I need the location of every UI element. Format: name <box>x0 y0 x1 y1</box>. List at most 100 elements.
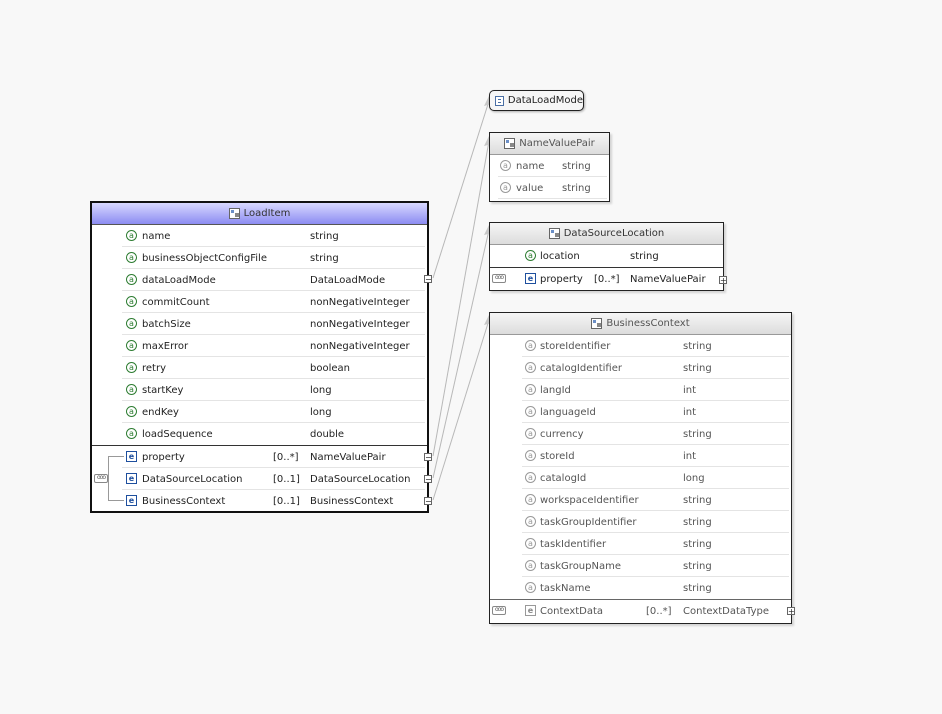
collapse-icon[interactable]: − <box>424 475 432 484</box>
collapse-icon[interactable]: − <box>424 275 432 284</box>
attribute-type: string <box>310 252 339 264</box>
element-row[interactable]: ooo e property [0..*] NameValuePair <box>490 267 723 290</box>
attribute-icon: a <box>525 472 536 483</box>
element-row[interactable]: ooo e DataSourceLocation [0..1] DataSour… <box>92 468 427 490</box>
attribute-row[interactable]: a maxError nonNegativeInteger <box>92 335 427 357</box>
attribute-row[interactable]: a storeId int <box>490 445 791 467</box>
element-type: NameValuePair <box>310 451 386 463</box>
sequence-icon: ooo <box>492 606 506 615</box>
attribute-name: retry <box>142 362 166 374</box>
element-name: BusinessContext <box>142 495 226 507</box>
loaditem-elements: e property [0..*] NameValuePair ooo e Da… <box>92 445 427 512</box>
datasourcelocation-type-box[interactable]: DataSourceLocation a location string ooo… <box>489 222 727 291</box>
attribute-type: boolean <box>310 362 350 374</box>
attribute-type: nonNegativeInteger <box>310 318 410 330</box>
attribute-icon: a <box>126 406 137 417</box>
attribute-name: langId <box>540 384 571 396</box>
attribute-name: catalogId <box>540 472 587 484</box>
element-row[interactable]: e property [0..*] NameValuePair <box>92 446 427 468</box>
businesscontext-type-box[interactable]: BusinessContext a storeIdentifier string a c… <box>489 312 795 624</box>
element-icon: e <box>126 451 137 462</box>
attribute-row[interactable]: a taskName string <box>490 577 791 599</box>
element-row[interactable]: ooo e ContextData [0..*] ContextDataType <box>490 599 791 622</box>
attribute-row[interactable]: a storeIdentifier string <box>490 335 791 357</box>
attribute-icon: a <box>525 362 536 373</box>
expand-icon[interactable]: + <box>719 276 727 285</box>
attribute-name: commitCount <box>142 296 210 308</box>
connector-dataloadmode <box>432 100 490 279</box>
attribute-name: value <box>516 182 544 194</box>
attribute-type: string <box>562 182 591 194</box>
element-cardinality: [0..*] <box>594 273 620 285</box>
element-type: BusinessContext <box>310 495 394 507</box>
attribute-icon: a <box>525 384 536 395</box>
attribute-row[interactable]: a commitCount nonNegativeInteger <box>92 291 427 313</box>
attribute-type: int <box>683 406 697 418</box>
attribute-row[interactable]: a taskGroupName string <box>490 555 791 577</box>
attribute-name: name <box>142 230 171 242</box>
attribute-row[interactable]: a taskGroupIdentifier string <box>490 511 791 533</box>
sequence-icon: ooo <box>492 274 506 283</box>
element-row[interactable]: e BusinessContext [0..1] BusinessContext <box>92 490 427 512</box>
attribute-icon: a <box>525 428 536 439</box>
attribute-name: businessObjectConfigFile <box>142 252 267 264</box>
collapse-icon[interactable]: − <box>424 497 432 506</box>
dataloadmode-title: DataLoadMode <box>507 95 583 106</box>
attribute-type: string <box>683 428 712 440</box>
attribute-row[interactable]: a currency string <box>490 423 791 445</box>
attribute-row[interactable]: a languageId int <box>490 401 791 423</box>
namevaluepair-type-box[interactable]: NameValuePair a name string a value stri… <box>489 132 610 202</box>
connector-businesscontext <box>432 319 490 501</box>
attribute-row[interactable]: a location string <box>490 245 723 267</box>
attribute-name: taskGroupIdentifier <box>540 516 637 528</box>
attribute-row[interactable]: a loadSequence double <box>92 423 427 445</box>
attribute-row[interactable]: a businessObjectConfigFile string <box>92 247 427 269</box>
dataloadmode-type-box[interactable]: DataLoadMode <box>489 90 584 111</box>
attribute-row[interactable]: a name string <box>92 225 427 247</box>
attribute-icon: a <box>126 340 137 351</box>
loaditem-title: LoadItem <box>243 208 291 219</box>
attribute-row[interactable]: a endKey long <box>92 401 427 423</box>
attribute-icon: a <box>525 516 536 527</box>
connector-datasourcelocation <box>432 229 490 479</box>
attribute-icon: a <box>525 450 536 461</box>
attribute-icon: a <box>500 182 511 193</box>
attribute-icon: a <box>126 252 137 263</box>
attribute-name: endKey <box>142 406 179 418</box>
attribute-icon: a <box>525 494 536 505</box>
collapse-icon[interactable]: − <box>424 453 432 462</box>
element-type: ContextDataType <box>683 605 770 617</box>
attribute-row[interactable]: a catalogId long <box>490 467 791 489</box>
attribute-name: startKey <box>142 384 184 396</box>
attribute-type: string <box>683 560 712 572</box>
complex-type-icon <box>504 138 516 149</box>
attribute-row[interactable]: a catalogIdentifier string <box>490 357 791 379</box>
attribute-row[interactable]: a workspaceIdentifier string <box>490 489 791 511</box>
attribute-icon: a <box>525 560 536 571</box>
attribute-icon: a <box>500 160 511 171</box>
attribute-row[interactable]: a value string <box>490 177 609 199</box>
attribute-type: string <box>562 160 591 172</box>
attribute-name: batchSize <box>142 318 191 330</box>
attribute-icon: a <box>126 362 137 373</box>
loaditem-type-box[interactable]: LoadItem a name string a businessObjectConfi… <box>90 201 432 513</box>
expand-icon[interactable]: + <box>787 607 795 616</box>
element-cardinality: [0..1] <box>273 495 300 507</box>
attribute-icon: a <box>126 296 137 307</box>
attribute-name: storeIdentifier <box>540 340 611 352</box>
attribute-row[interactable]: a retry boolean <box>92 357 427 379</box>
attribute-row[interactable]: a langId int <box>490 379 791 401</box>
loaditem-header: LoadItem <box>92 203 427 225</box>
attribute-row[interactable]: a taskIdentifier string <box>490 533 791 555</box>
attribute-row[interactable]: a startKey long <box>92 379 427 401</box>
attribute-row[interactable]: a batchSize nonNegativeInteger <box>92 313 427 335</box>
attribute-row[interactable]: a name string <box>490 155 609 177</box>
sequence-icon: ooo <box>94 474 108 483</box>
attribute-type: string <box>683 582 712 594</box>
attribute-row[interactable]: a dataLoadMode DataLoadMode <box>92 269 427 291</box>
attribute-type: long <box>310 406 332 418</box>
attribute-icon: a <box>525 582 536 593</box>
namevaluepair-title: NameValuePair <box>519 138 595 149</box>
attribute-type: long <box>310 384 332 396</box>
complex-type-icon <box>548 228 560 239</box>
